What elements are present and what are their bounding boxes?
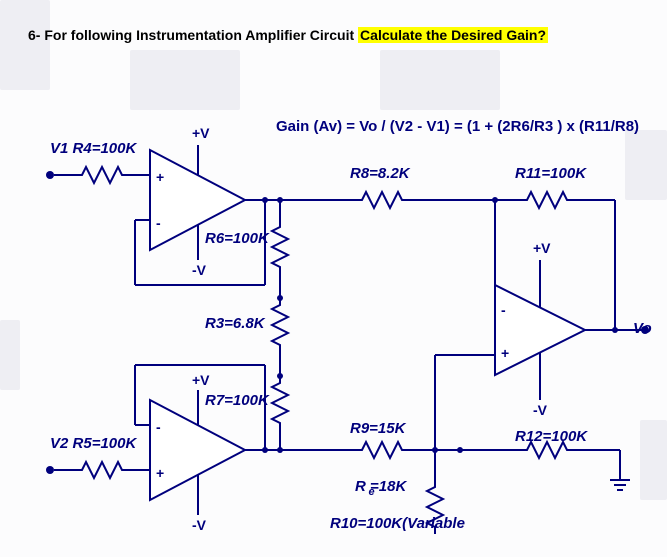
label-r3: R3=6.8K — [205, 315, 265, 332]
question-highlight: Calculate the Desired Gain? — [358, 27, 548, 43]
minusV-label: -V — [192, 262, 207, 278]
question-text: 6- For following Instrumentation Amplifi… — [28, 27, 548, 43]
label-r9: R9=15K — [350, 420, 405, 437]
label-vo: Vo — [633, 320, 652, 337]
svg-text:+: + — [156, 465, 164, 481]
label-r7: R7=100K — [205, 392, 269, 409]
label-re: R =18K e — [355, 478, 417, 495]
svg-text:+V: +V — [192, 372, 210, 388]
svg-text:-: - — [501, 302, 506, 318]
label-r8: R8=8.2K — [350, 165, 410, 182]
plusV-label: +V — [192, 125, 210, 141]
label-r6: R6=100K — [205, 230, 269, 247]
label-v2: V2 R5=100K — [50, 435, 136, 452]
svg-text:-: - — [156, 215, 161, 231]
svg-text:-V: -V — [533, 402, 548, 418]
label-r12: R12=100K — [515, 428, 587, 445]
svg-text:+V: +V — [533, 240, 551, 256]
svg-text:+: + — [501, 345, 509, 361]
question-prefix: 6- For following Instrumentation Amplifi… — [28, 27, 358, 43]
svg-text:-: - — [156, 419, 161, 435]
svg-text:-V: -V — [192, 517, 207, 533]
label-r10: R10=100K(Variable — [330, 515, 465, 532]
label-v1: V1 R4=100K — [50, 140, 136, 157]
circuit-diagram: Gain (Av) = Vo / (V2 - V1) = (1 + (2R6/R… — [20, 100, 660, 550]
svg-text:+: + — [156, 169, 164, 185]
label-r11: R11=100K — [515, 165, 586, 182]
